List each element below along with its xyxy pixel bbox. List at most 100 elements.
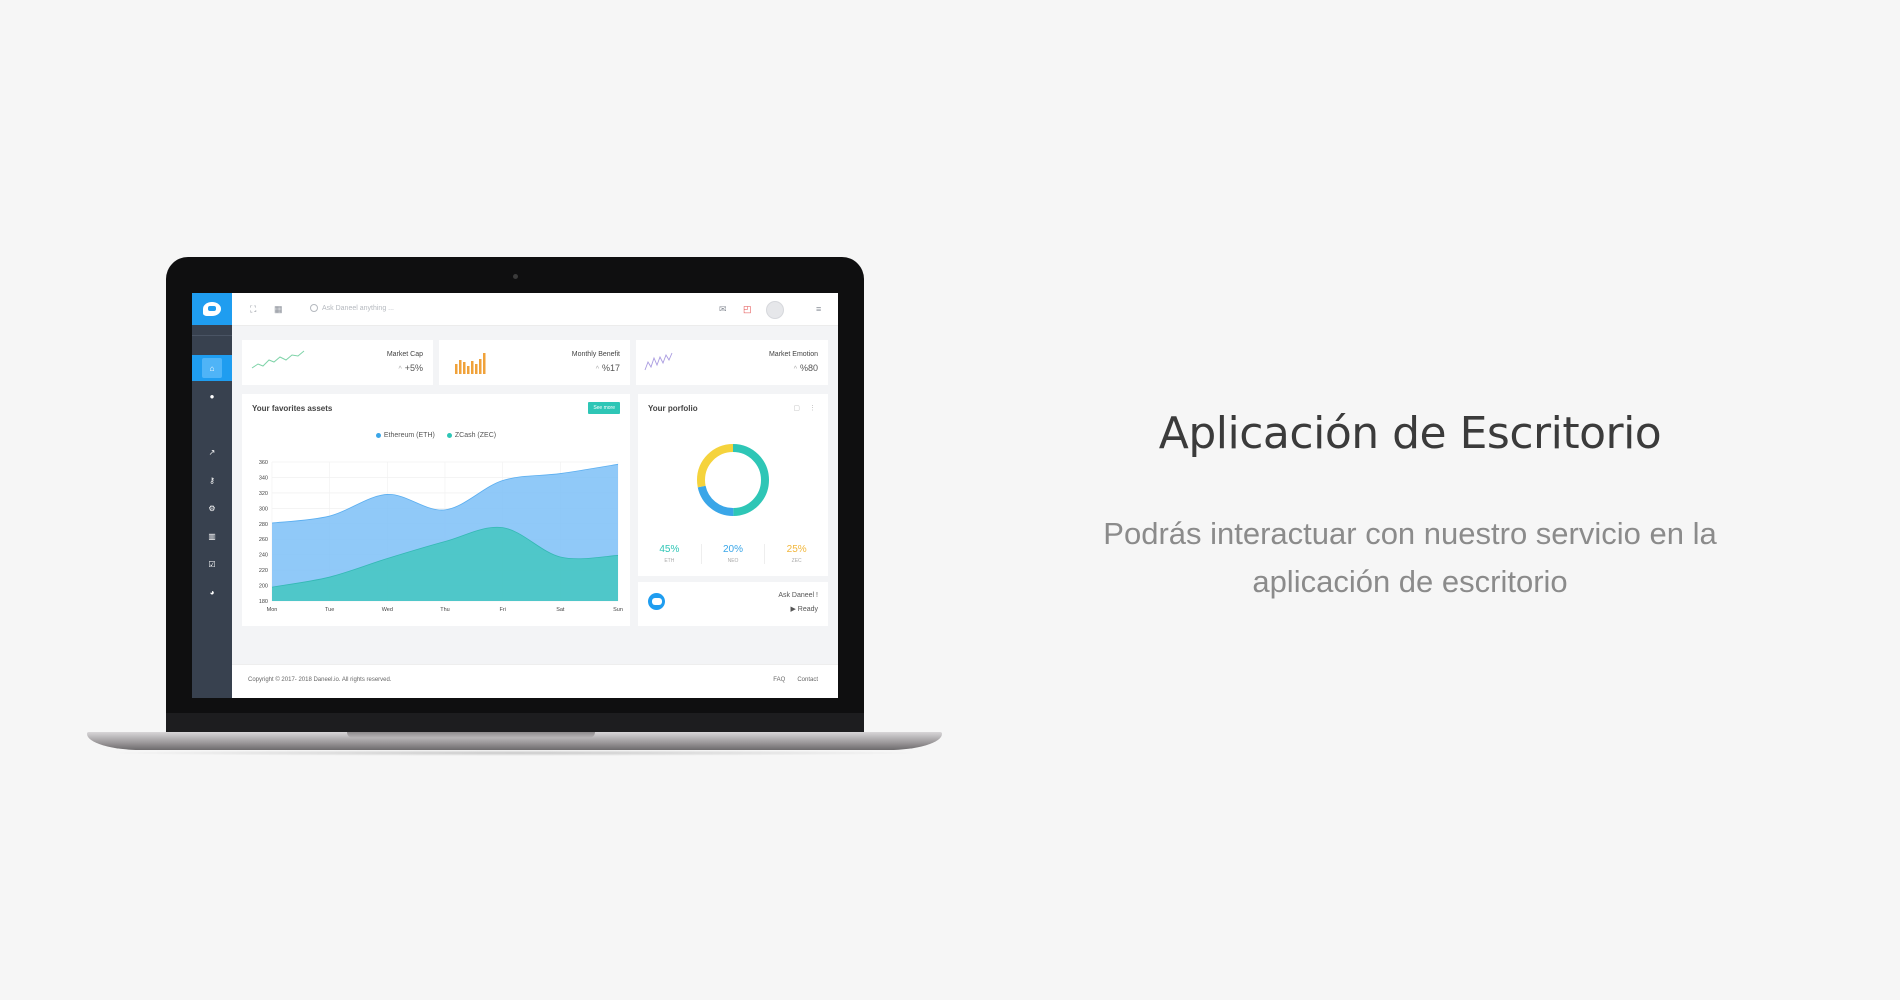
portfolio-item-neo: 20% NEO xyxy=(702,544,766,564)
footer-link-faq[interactable]: FAQ xyxy=(773,677,785,683)
sidebar: ⌂ ● ↗ ⚷ ⚙ ▥ ☑ ◕ xyxy=(192,293,232,698)
assistant-status-text: Ready xyxy=(797,606,818,613)
up-arrow-icon: ^ xyxy=(793,366,797,373)
sidebar-item-charts[interactable]: ↗ xyxy=(192,439,232,465)
y-tick-label: 200 xyxy=(259,584,268,590)
page-description: Podrás interactuar con nuestro servicio … xyxy=(1103,516,1717,599)
y-tick-label: 220 xyxy=(259,568,268,574)
app-logo[interactable] xyxy=(192,293,232,325)
fullscreen-icon[interactable]: ⛶ xyxy=(250,304,256,315)
portfolio-label: ETH xyxy=(664,558,675,564)
sidebar-item-home[interactable]: ⌂ xyxy=(192,355,232,381)
stat-title: Market Emotion xyxy=(768,351,818,358)
x-tick-label: Wed xyxy=(382,607,393,613)
panel-title: Your porfolio xyxy=(648,404,698,413)
x-tick-label: Sun xyxy=(613,607,623,613)
portfolio-label: NEO xyxy=(727,558,739,564)
up-arrow-icon: ^ xyxy=(595,366,599,373)
mail-icon[interactable]: ✉ xyxy=(719,304,727,315)
y-tick-label: 360 xyxy=(259,460,268,466)
stat-card-market-cap: Market Cap ^ +5% xyxy=(242,340,433,385)
assistant-panel[interactable]: Ask Daneel ! ▶ Ready xyxy=(638,582,828,626)
stat-value-text: %80 xyxy=(799,363,818,373)
portfolio-item-eth: 45% ETH xyxy=(638,544,702,564)
menu-icon[interactable]: ≡ xyxy=(816,304,821,314)
copyright-text: Copyright © 2017- 2018 Daneel.io. All ri… xyxy=(248,677,392,683)
page-heading: Aplicación de Escritorio xyxy=(1158,408,1662,459)
market-emotion-sparkline xyxy=(644,352,673,371)
more-icon[interactable]: ⋮ xyxy=(809,404,816,412)
stat-value: ^ %17 xyxy=(596,363,620,373)
footer-links: FAQ Contact xyxy=(773,677,818,683)
sidebar-item-chat[interactable]: ● xyxy=(192,383,232,409)
search-input[interactable]: Ask Daneel anything ... xyxy=(310,304,394,312)
y-tick-label: 260 xyxy=(259,537,268,543)
sidebar-item-settings[interactable]: ⚙ xyxy=(192,495,232,521)
grid-icon[interactable]: ▦ xyxy=(274,304,283,315)
monthly-benefit-bars xyxy=(455,353,486,374)
market-cap-sparkline xyxy=(251,350,305,369)
favorite-assets-panel: Your favorites assets See more Ethereum … xyxy=(242,394,630,626)
sidebar-item-tasks[interactable]: ☑ xyxy=(192,551,232,577)
gears-icon: ⚙ xyxy=(208,503,216,513)
check-icon: ☑ xyxy=(208,559,216,569)
pie-icon: ◕ xyxy=(209,587,215,597)
stat-card-monthly-benefit: Monthly Benefit ^ %17 xyxy=(439,340,630,385)
portfolio-panel: Your porfolio ▢ ⋮ 45% ETH 20% NEO 25% ZEC xyxy=(638,394,828,576)
portfolio-item-zec: 25% ZEC xyxy=(765,544,828,564)
x-tick-label: Tue xyxy=(325,607,334,613)
laptop-chin xyxy=(166,713,864,732)
chart-icon: ↗ xyxy=(208,447,216,457)
laptop-shadow xyxy=(100,750,930,756)
stat-title: Market Cap xyxy=(386,351,423,358)
portfolio-value: 25% xyxy=(786,544,807,555)
chat-icon: ● xyxy=(209,391,215,401)
portfolio-label: ZEC xyxy=(791,558,802,564)
robot-icon xyxy=(648,593,665,610)
assistant-title: Ask Daneel ! xyxy=(778,592,818,599)
assets-area-chart: 180 200 220 240 260 280 300 320 340 360 Mon Tue Wed T… xyxy=(259,460,623,613)
app-footer: Copyright © 2017- 2018 Daneel.io. All ri… xyxy=(232,664,838,698)
stat-value-text: +5% xyxy=(404,363,423,373)
sidebar-item-keys[interactable]: ⚷ xyxy=(192,467,232,493)
stat-value: ^ %80 xyxy=(794,363,818,373)
notification-icon[interactable]: ◰ xyxy=(743,304,752,315)
key-icon: ⚷ xyxy=(209,475,215,485)
y-tick-label: 240 xyxy=(259,553,268,559)
home-icon: ⌂ xyxy=(202,358,222,378)
play-icon[interactable]: ▶ xyxy=(790,606,797,613)
laptop-screen: ⌂ ● ↗ ⚷ ⚙ ▥ ☑ ◕ ⛶ ▦ Ask Daneel anything … xyxy=(192,293,838,698)
search-placeholder: Ask Daneel anything ... xyxy=(322,304,394,312)
portfolio-breakdown: 45% ETH 20% NEO 25% ZEC xyxy=(638,544,828,564)
sidebar-item-portfolio[interactable]: ◕ xyxy=(192,579,232,605)
stat-value-text: %17 xyxy=(601,363,620,373)
book-icon: ▥ xyxy=(208,531,216,541)
x-tick-label: Thu xyxy=(440,607,449,613)
portfolio-value: 20% xyxy=(723,544,744,555)
panel-controls: ▢ ⋮ xyxy=(793,404,816,412)
footer-link-contact[interactable]: Contact xyxy=(797,677,818,683)
camera-dot xyxy=(513,274,518,279)
dashboard-content: Market Cap ^ +5% Monthly Benefit ^ %17 M… xyxy=(232,326,838,664)
robot-logo-icon xyxy=(203,302,221,316)
x-tick-label: Fri xyxy=(499,607,505,613)
y-tick-label: 320 xyxy=(259,491,268,497)
stat-title: Monthly Benefit xyxy=(571,351,620,358)
portfolio-value: 45% xyxy=(659,544,680,555)
square-icon[interactable]: ▢ xyxy=(793,404,800,412)
sidebar-divider xyxy=(192,335,232,336)
y-tick-label: 300 xyxy=(259,506,268,512)
portfolio-donut xyxy=(697,444,769,516)
stat-value: ^ +5% xyxy=(398,363,423,373)
y-tick-label: 180 xyxy=(259,599,268,605)
laptop-hinge xyxy=(347,732,595,738)
y-tick-label: 340 xyxy=(259,475,268,481)
sidebar-item-library[interactable]: ▥ xyxy=(192,523,232,549)
avatar[interactable] xyxy=(766,301,784,319)
laptop-frame: ⌂ ● ↗ ⚷ ⚙ ▥ ☑ ◕ ⛶ ▦ Ask Daneel anything … xyxy=(166,257,864,732)
search-icon xyxy=(310,304,318,312)
x-tick-label: Mon xyxy=(267,607,278,613)
stat-card-market-emotion: Market Emotion ^ %80 xyxy=(636,340,828,385)
up-arrow-icon: ^ xyxy=(398,366,402,373)
x-tick-label: Sat xyxy=(556,607,565,613)
